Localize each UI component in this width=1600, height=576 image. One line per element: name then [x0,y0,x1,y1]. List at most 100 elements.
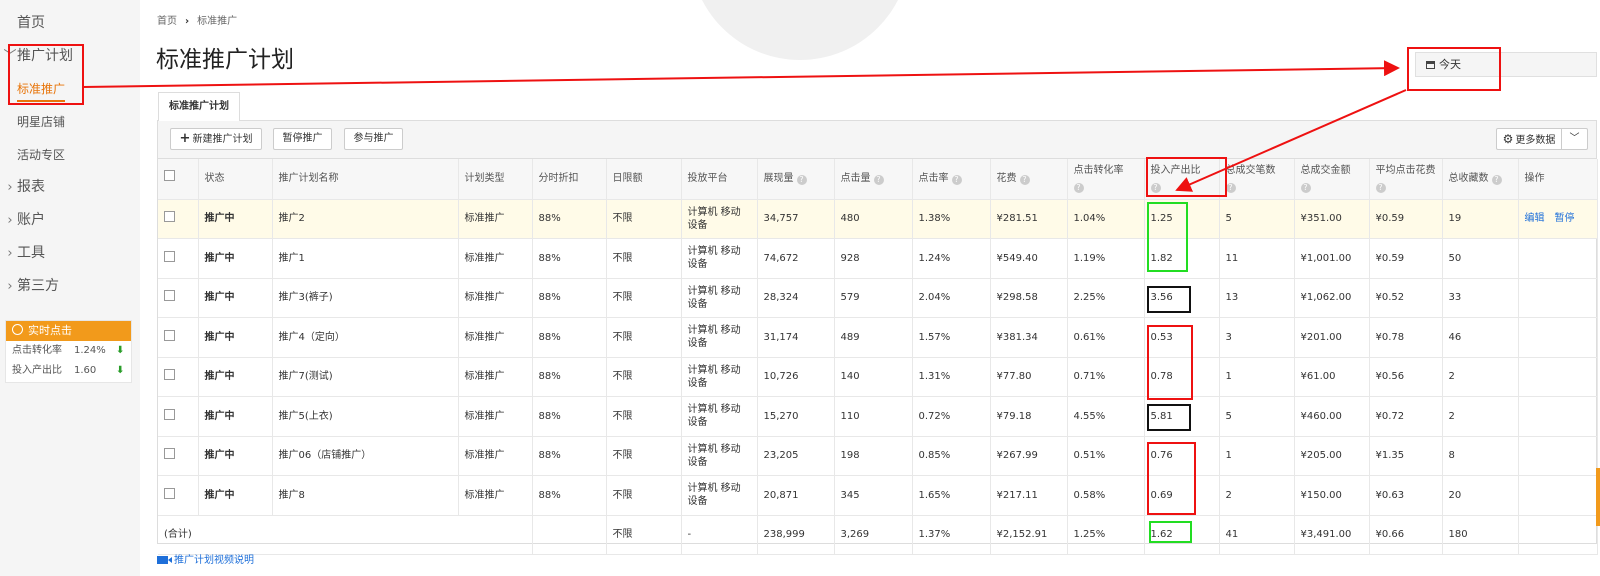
more-data-button[interactable]: ⚙ 更多数据 [1496,128,1562,150]
header-cpc[interactable]: 平均点击花费? [1369,159,1443,200]
total-row: (合计) 不限 - 238,999 3,269 1.37% ¥2,152.91 … [158,515,1598,555]
plan-name-link[interactable]: 推广1 [272,238,459,279]
header-cvr-label: 点击转化率 [1073,164,1124,176]
gmv-cell: ¥1,062.00 [1294,278,1370,318]
budget-link[interactable]: 不限 [606,396,682,437]
discount-link[interactable]: 88% [532,475,607,516]
platform-link[interactable]: 计算机 移动设备 [681,317,758,358]
budget-link[interactable]: 不限 [606,278,682,318]
header-ctr[interactable]: 点击率? [912,159,991,200]
clicks-cell: 345 [834,475,913,516]
header-orders[interactable]: 总成交笔数? [1219,159,1295,200]
plan-name-link[interactable]: 推广7(测试) [272,357,459,397]
nav-third-party[interactable]: › 第三方 [3,274,59,298]
help-icon[interactable]: ? [951,174,962,185]
join-button[interactable]: 参与推广 [344,128,403,150]
header-type: 计划类型 [458,159,533,200]
row-checkbox[interactable] [164,329,175,341]
header-favorites[interactable]: 总收藏数? [1442,159,1519,200]
cost-cell: ¥381.34 [990,317,1068,358]
row-checkbox-cell [158,475,199,516]
row-checkbox[interactable] [164,250,175,262]
more-data-dropdown[interactable]: ﹀ [1562,128,1588,150]
plan-name-link[interactable]: 推广3(裤子) [272,278,459,318]
impressions-cell: 23,205 [757,436,835,476]
header-roi[interactable]: 投入产出比? [1144,159,1220,200]
row-checkbox[interactable] [164,369,175,381]
discount-link[interactable]: 88% [532,199,607,239]
row-checkbox[interactable] [164,487,175,499]
header-impressions[interactable]: 展现量? [757,159,835,200]
header-gmv[interactable]: 总成交金额? [1294,159,1370,200]
breadcrumb-home[interactable]: 首页 [157,16,177,27]
budget-link[interactable]: 不限 [606,199,682,239]
date-filter-button[interactable]: 今天 [1416,53,1461,76]
help-icon[interactable]: ? [796,174,807,185]
plan-name-link[interactable]: 推广8 [272,475,459,516]
row-checkbox[interactable] [164,448,175,460]
scrollbar-thumb[interactable] [1596,468,1600,526]
discount-link[interactable]: 88% [532,436,607,476]
nav-standard-promo[interactable]: 标准推广 [17,77,65,101]
clicks-cell: 198 [834,436,913,476]
help-icon[interactable]: ? [1150,182,1161,193]
nav-star-shop[interactable]: 明星店铺 [17,110,65,134]
platform-link[interactable]: 计算机 移动设备 [681,357,758,397]
discount-link[interactable]: 88% [532,357,607,397]
discount-link[interactable]: 88% [532,278,607,318]
pause-button[interactable]: 暂停推广 [273,128,332,150]
total-ops-cell [1518,515,1598,555]
header-checkbox-cell [158,159,199,200]
budget-link[interactable]: 不限 [606,357,682,397]
row-checkbox[interactable] [164,290,175,302]
plan-name-link[interactable]: 推广4（定向） [272,317,459,358]
platform-link[interactable]: 计算机 移动设备 [681,238,758,279]
nav-promo-plan[interactable]: ﹀推广计划 [3,44,73,68]
nav-reports[interactable]: › 报表 [3,175,45,199]
select-all-checkbox[interactable] [164,170,175,182]
plan-name-link[interactable]: 推广5(上衣) [272,396,459,437]
discount-link[interactable]: 88% [532,317,607,358]
status-cell: 推广中 [198,475,273,516]
budget-link[interactable]: 不限 [606,475,682,516]
cost-cell: ¥281.51 [990,199,1068,239]
clicks-cell: 579 [834,278,913,318]
orders-cell: 11 [1219,238,1295,279]
row-checkbox[interactable] [164,211,175,223]
help-icon[interactable]: ? [1019,174,1030,185]
header-name[interactable]: 推广计划名称 [272,159,459,200]
realtime-conv-label: 点击转化率 [12,345,62,356]
nav-account[interactable]: › 账户 [3,208,45,232]
platform-link[interactable]: 计算机 移动设备 [681,199,758,239]
budget-link[interactable]: 不限 [606,317,682,358]
help-icon[interactable]: ? [1375,182,1386,193]
row-checkbox[interactable] [164,408,175,420]
help-icon[interactable]: ? [1300,182,1311,193]
edit-link[interactable]: 编辑 [1525,213,1545,224]
budget-link[interactable]: 不限 [606,436,682,476]
nav-home[interactable]: 首页 [17,11,45,35]
platform-link[interactable]: 计算机 移动设备 [681,396,758,437]
header-clicks[interactable]: 点击量? [834,159,913,200]
pause-link[interactable]: 暂停 [1555,213,1575,224]
help-icon[interactable]: ? [1073,182,1084,193]
plan-name-link[interactable]: 推广06（店铺推广） [272,436,459,476]
platform-link[interactable]: 计算机 移动设备 [681,436,758,476]
new-plan-button[interactable]: + 新建推广计划 [170,128,262,150]
tab-standard-plan[interactable]: 标准推广计划 [158,92,240,121]
discount-link[interactable]: 88% [532,238,607,279]
help-icon[interactable]: ? [1491,174,1502,185]
platform-link[interactable]: 计算机 移动设备 [681,278,758,318]
header-cvr[interactable]: 点击转化率? [1067,159,1145,200]
header-cost[interactable]: 花费? [990,159,1068,200]
budget-link[interactable]: 不限 [606,238,682,279]
help-icon[interactable]: ? [1225,182,1236,193]
row-checkbox-cell [158,436,199,476]
plan-name-link[interactable]: 推广2 [272,199,459,239]
nav-tools[interactable]: › 工具 [3,241,45,265]
discount-link[interactable]: 88% [532,396,607,437]
nav-activity-zone[interactable]: 活动专区 [17,143,65,167]
help-icon[interactable]: ? [873,174,884,185]
platform-link[interactable]: 计算机 移动设备 [681,475,758,516]
video-help-link[interactable]: 推广计划视频说明 [157,551,254,566]
